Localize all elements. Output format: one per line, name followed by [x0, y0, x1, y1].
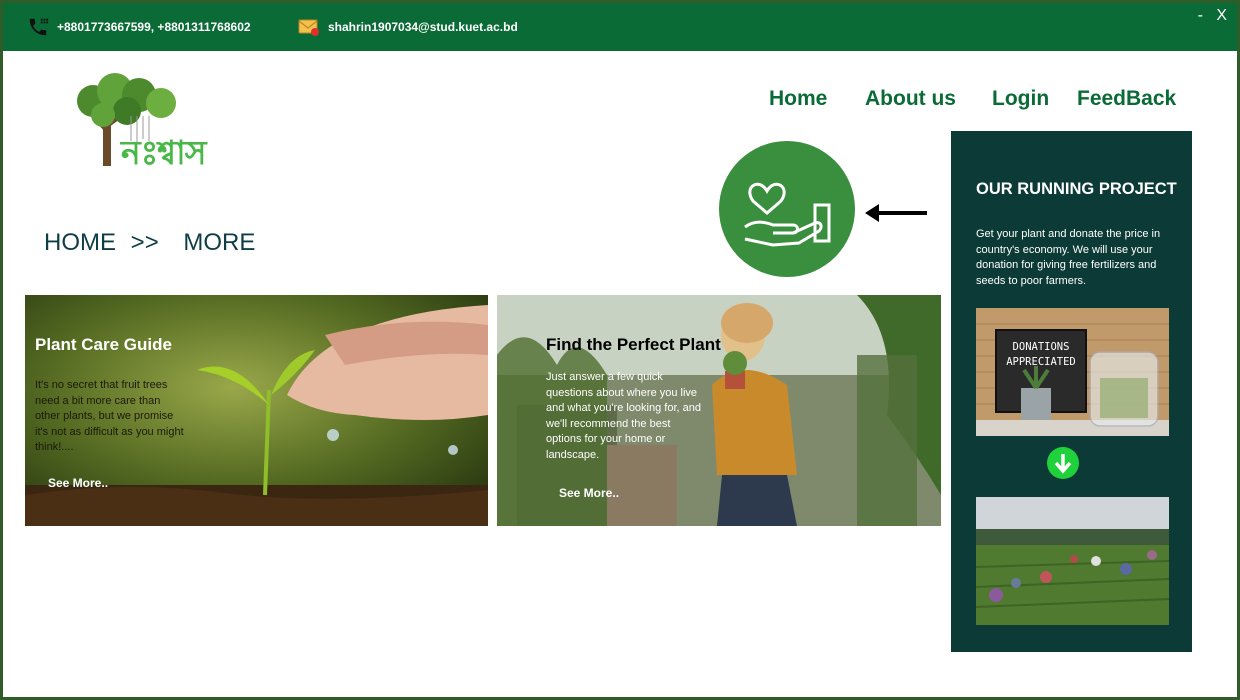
breadcrumb-separator: >>: [130, 229, 159, 256]
card-title: Plant Care Guide: [35, 335, 172, 354]
phone-numbers: +8801773667599, +8801311768602: [57, 20, 251, 34]
card-title: Find the Perfect Plant: [546, 335, 721, 354]
left-arrow-icon: [865, 204, 927, 222]
nav-home[interactable]: Home: [769, 87, 827, 111]
nav-feedback[interactable]: FeedBack: [1077, 87, 1176, 111]
card-text: Just answer a few quick questions about …: [546, 371, 701, 461]
see-more-link[interactable]: See More..: [559, 486, 619, 500]
donation-jar-image: [976, 308, 1169, 436]
running-project-panel: OUR RUNNING PROJECT Get your plant and d…: [951, 131, 1192, 652]
donate-badge[interactable]: [719, 141, 855, 277]
logo-text: নঃশ্বাস: [121, 133, 206, 172]
phone-contact: +8801773667599, +8801311768602: [27, 3, 251, 51]
card-text: It's no secret that fruit trees need a b…: [35, 379, 184, 453]
email-contact: shahrin1907034@stud.kuet.ac.bd: [298, 3, 518, 51]
panel-text: Get your plant and donate the price in c…: [976, 228, 1161, 287]
find-plant-card[interactable]: Find the Perfect Plant Just answer a few…: [497, 295, 941, 526]
arrow-down-icon: [1054, 454, 1072, 474]
close-button[interactable]: X: [1216, 7, 1227, 25]
email-address: shahrin1907034@stud.kuet.ac.bd: [328, 20, 518, 34]
breadcrumb-home[interactable]: HOME: [44, 229, 116, 257]
logo[interactable]: নঃশ্বাস: [73, 71, 253, 181]
app-window: +8801773667599, +8801311768602 shahrin19…: [0, 0, 1240, 700]
sign-line-2: APPRECIATED: [1006, 356, 1076, 368]
breadcrumb: HOME >> MORE: [44, 229, 255, 257]
sign-line-1: DONATIONS: [1012, 341, 1070, 353]
panel-title: OUR RUNNING PROJECT: [976, 180, 1177, 198]
nav-about[interactable]: About us: [865, 87, 956, 111]
envelope-icon: [298, 19, 319, 36]
minimize-button[interactable]: -: [1198, 7, 1203, 25]
contact-bar: +8801773667599, +8801311768602 shahrin19…: [3, 3, 1237, 51]
plant-care-card[interactable]: Plant Care Guide It's no secret that fru…: [25, 295, 488, 526]
farmers-photo: [975, 497, 1170, 625]
donations-photo: DONATIONS APPRECIATED: [976, 308, 1169, 436]
nav-login[interactable]: Login: [992, 87, 1049, 111]
see-more-link[interactable]: See More..: [48, 476, 108, 490]
down-arrow-button: [1047, 447, 1079, 479]
phone-icon: [29, 18, 49, 36]
farmers-field-image: [975, 497, 1170, 625]
donation-sign: DONATIONS APPRECIATED: [996, 340, 1086, 370]
breadcrumb-current: MORE: [183, 229, 256, 256]
heart-hand-icon: [744, 182, 831, 247]
